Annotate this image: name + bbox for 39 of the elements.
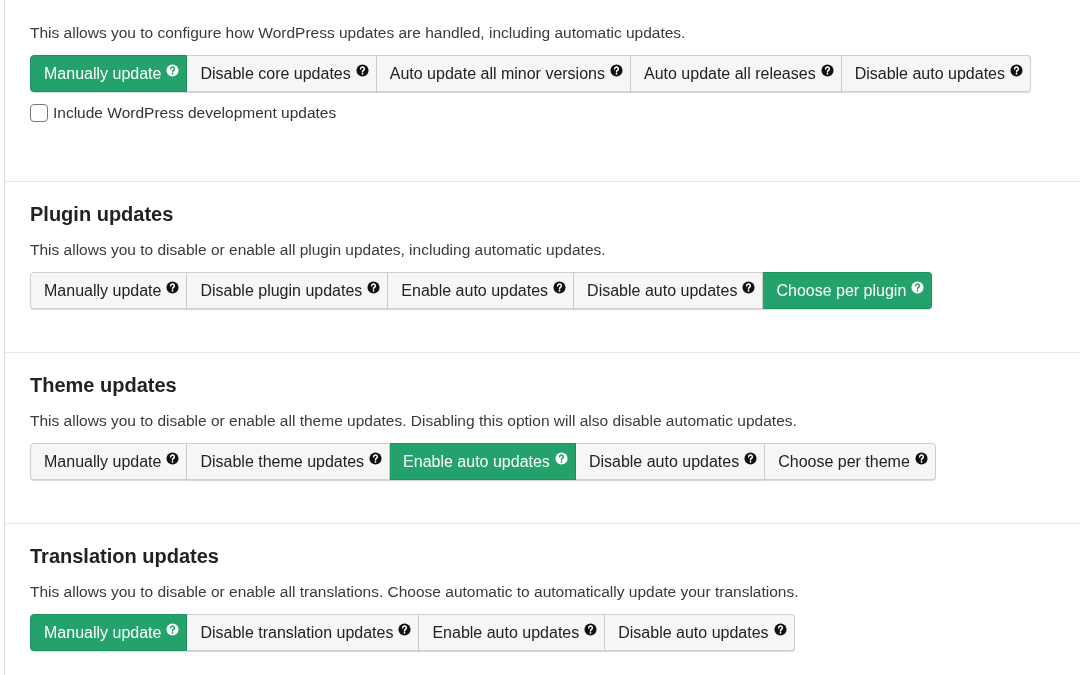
option-button[interactable]: Enable auto updates: [388, 272, 575, 309]
option-button[interactable]: Disable theme updates: [187, 443, 391, 480]
option-button[interactable]: Disable core updates: [187, 55, 377, 92]
help-icon[interactable]: [166, 281, 180, 294]
section-description: This allows you to configure how WordPress updates are handled, including automatic updates.: [30, 23, 687, 43]
help-icon[interactable]: [773, 623, 787, 636]
option-button[interactable]: Disable translation updates: [187, 614, 420, 651]
option-button[interactable]: Disable auto updates: [605, 614, 795, 651]
help-icon[interactable]: [166, 452, 180, 465]
help-icon[interactable]: [820, 64, 834, 77]
help-icon[interactable]: [744, 452, 758, 465]
option-button[interactable]: Disable auto updates: [575, 443, 766, 480]
section-description: This allows you to disable or enable all translations. Choose automatic to automatically update your translations.: [30, 582, 800, 602]
help-icon[interactable]: [742, 281, 756, 294]
option-button[interactable]: Disable auto updates: [574, 272, 764, 309]
help-icon[interactable]: [1009, 64, 1023, 77]
help-icon[interactable]: [609, 64, 623, 77]
option-button[interactable]: Manually update: [30, 443, 188, 480]
help-icon[interactable]: [553, 281, 567, 294]
section-heading: Plugin updates: [30, 202, 175, 227]
option-button[interactable]: Disable plugin updates: [187, 272, 389, 309]
help-icon[interactable]: [369, 452, 383, 465]
checkbox-label: Include WordPress development updates: [53, 104, 337, 122]
section-description: This allows you to disable or enable all theme updates. Disabling this option will also disable automatic updates.: [30, 411, 798, 431]
option-button[interactable]: Manually update: [30, 272, 188, 309]
option-button[interactable]: Enable auto updates: [419, 614, 606, 651]
help-icon[interactable]: [367, 281, 381, 294]
help-icon[interactable]: [355, 64, 369, 77]
option-button[interactable]: Choose per theme: [765, 443, 936, 480]
checkbox[interactable]: [30, 104, 48, 122]
option-button[interactable]: Auto update all minor versions: [376, 55, 631, 92]
help-icon[interactable]: [398, 623, 412, 636]
option-button[interactable]: Disable auto updates: [841, 55, 1031, 92]
section-heading: Theme updates: [30, 373, 178, 398]
section-description: This allows you to disable or enable all plugin updates, including automatic updates.: [30, 240, 607, 260]
help-icon[interactable]: [914, 452, 928, 465]
option-button[interactable]: Auto update all releases: [630, 55, 842, 92]
help-icon[interactable]: [584, 623, 598, 636]
section-heading: Translation updates: [30, 544, 220, 569]
